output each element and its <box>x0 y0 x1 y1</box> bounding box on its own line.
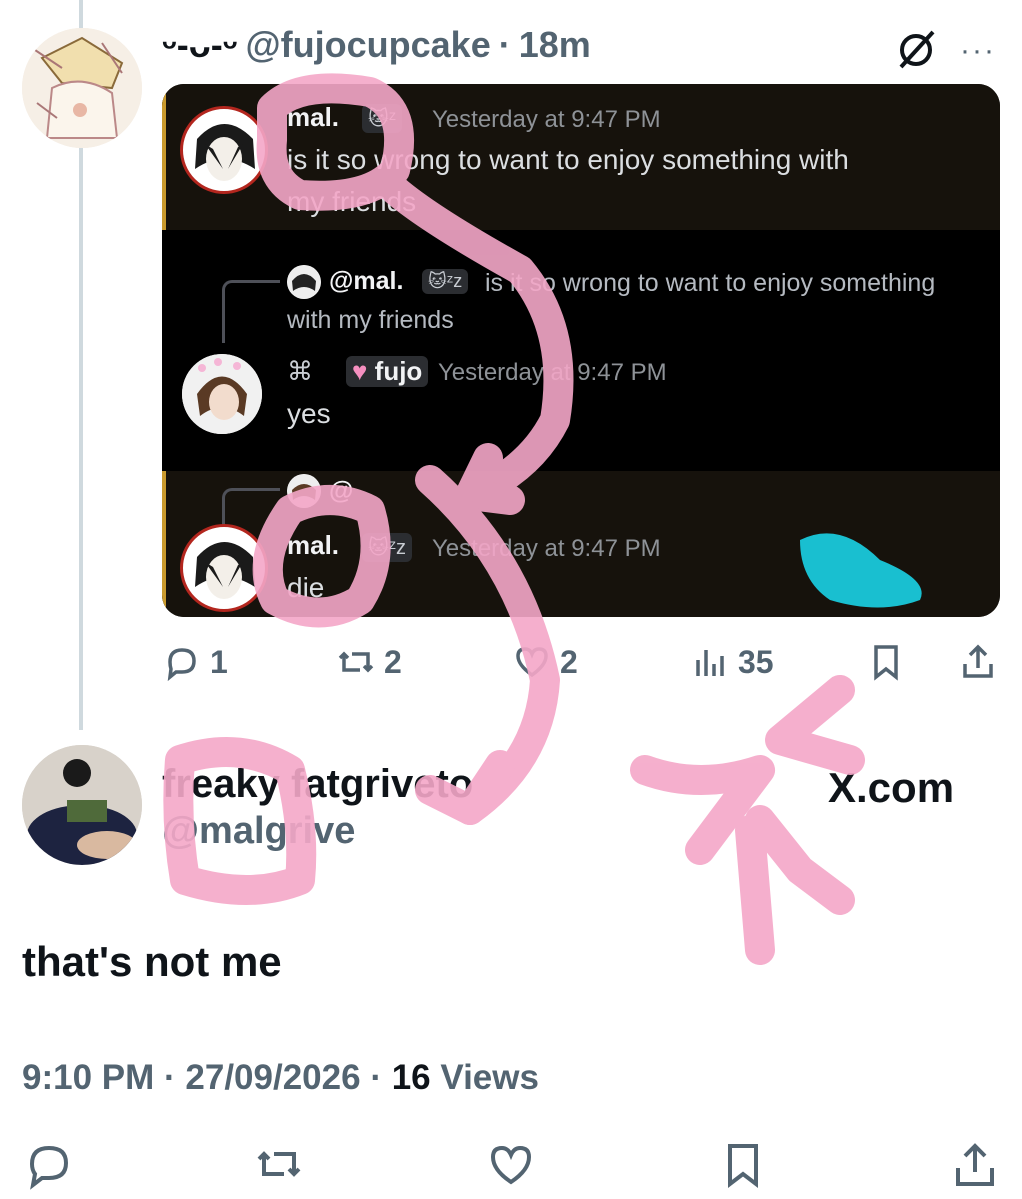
tweet-date[interactable]: 27/09/2026 <box>185 1058 360 1097</box>
avatar-image <box>22 745 142 865</box>
reply-tag: 🐱ᶻz <box>422 269 469 294</box>
chat-text: die <box>287 572 325 603</box>
quoted-time[interactable]: 18m <box>519 24 591 66</box>
views-number: 16 <box>391 1058 431 1097</box>
bookmark-icon[interactable] <box>718 1140 768 1190</box>
main-display-name[interactable]: freaky fatgriveto <box>162 762 473 807</box>
views-icon <box>696 650 724 676</box>
chat-avatar-fujo <box>182 354 262 434</box>
avatar-malgrive[interactable] <box>22 745 142 865</box>
like-count: 2 <box>560 643 578 680</box>
share-icon <box>963 644 993 678</box>
repost-button[interactable]: 2 <box>336 642 402 682</box>
chat-timestamp: Yesterday at 9:47 PM <box>432 106 661 133</box>
bookmark-icon <box>874 645 898 681</box>
reply-icon <box>167 648 196 682</box>
repost-icon[interactable] <box>254 1140 304 1190</box>
separator-dot: · <box>370 1058 382 1097</box>
reply-button[interactable]: 1 <box>162 642 228 682</box>
chat-username: ♥ fujo <box>346 356 429 387</box>
reply-icon[interactable] <box>24 1140 74 1190</box>
chat-timestamp: Yesterday at 9:47 PM <box>432 535 661 562</box>
chat-avatar-mal <box>180 106 268 194</box>
reply-count: 1 <box>210 643 228 680</box>
more-icon[interactable]: ··· <box>960 34 996 68</box>
repost-count: 2 <box>384 643 402 680</box>
reply-text: is it so wrong to want to enjoy somethin… <box>485 269 936 297</box>
chat-avatar-mal <box>180 524 268 612</box>
tweet-time[interactable]: 9:10 PM <box>22 1058 154 1097</box>
chat-text: is it so wrong to want to enjoy somethin… <box>287 144 849 175</box>
quoted-handle[interactable]: @fujocupcake <box>246 24 491 66</box>
chat-text: my friends <box>287 186 417 217</box>
source-label: X.com <box>828 764 955 811</box>
reply-avatar <box>287 265 321 299</box>
heart-icon: ♥ <box>352 356 368 386</box>
chat-tag: 🐱ᶻz <box>362 533 413 562</box>
chat-username: mal. <box>287 530 340 560</box>
views-count: 35 <box>738 643 774 680</box>
repost-icon <box>338 651 374 673</box>
views-button[interactable]: 35 <box>690 642 774 682</box>
avatar-fujocupcake[interactable] <box>22 28 142 148</box>
quoted-tweet-header: ᵕ-ᴗ-ᵕ @fujocupcake · 18m <box>162 24 591 66</box>
bookmark-button[interactable] <box>866 642 906 682</box>
main-handle[interactable]: @malgrive <box>162 810 355 853</box>
reply-connector <box>222 280 280 343</box>
chat-username: mal. <box>287 102 340 132</box>
share-icon[interactable] <box>950 1140 1000 1190</box>
tweet-text: that's not me <box>22 938 282 985</box>
heart-icon[interactable] <box>486 1140 536 1190</box>
chat-text: yes <box>287 398 331 429</box>
chat-username-text: fujo <box>374 356 423 386</box>
separator-dot: · <box>164 1058 176 1097</box>
heart-icon <box>516 647 548 678</box>
quoted-display-name[interactable]: ᵕ-ᴗ-ᵕ <box>162 24 238 66</box>
chat-timestamp: Yesterday at 9:47 PM <box>438 359 667 386</box>
grok-icon[interactable] <box>895 27 939 71</box>
like-button[interactable]: 2 <box>512 642 578 682</box>
reply-username-prefix: @ <box>329 477 354 505</box>
reply-text: with my friends <box>287 306 454 334</box>
chat-name-prefix-icon: ⌘ <box>287 356 313 386</box>
separator-dot: · <box>498 24 511 65</box>
chat-tag: 🐱ᶻ <box>362 104 403 133</box>
reply-avatar <box>287 474 321 508</box>
chat-screenshot[interactable]: mal. 🐱ᶻ Yesterday at 9:47 PM is it so wr… <box>162 84 1000 617</box>
tweet-meta: 9:10 PM · 27/09/2026 · 16 Views <box>22 1058 539 1098</box>
avatar-image <box>22 28 142 148</box>
reply-username: @mal. <box>329 267 404 295</box>
share-button[interactable] <box>958 642 998 682</box>
views-label: Views <box>440 1058 539 1097</box>
